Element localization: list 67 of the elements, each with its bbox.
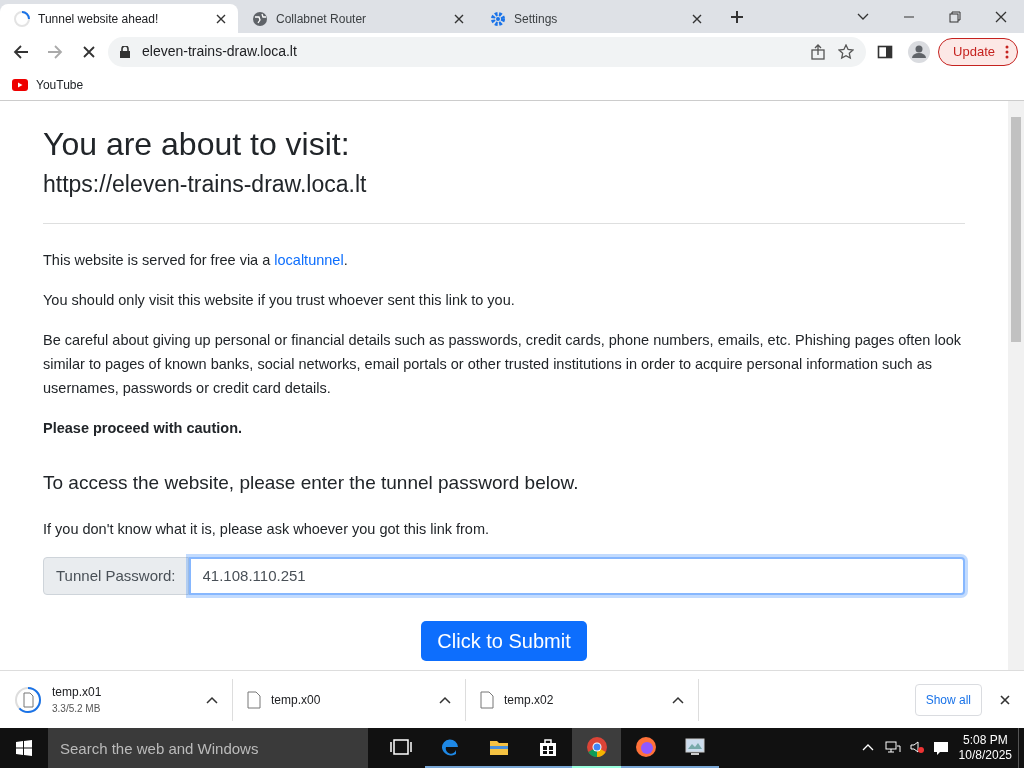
paragraph: You should only visit this website if you trust whoever sent this link to you. [43,291,516,310]
clock-date[interactable]: 10/8/2025 [958,748,1012,763]
submit-button[interactable]: Click to Submit [421,620,587,661]
chrome-icon [585,736,608,758]
file-name: temp.x00 [271,691,322,709]
address-bar[interactable]: eleven-trains-draw.loca.lt [108,36,867,67]
tab-title: Collabnet Router [276,10,368,28]
file-name: temp.x02 [504,691,555,709]
side-panel-icon[interactable] [877,43,894,60]
close-icon[interactable] [454,14,464,25]
browser-tab[interactable]: Settings [476,4,714,33]
close-icon[interactable] [1000,694,1010,705]
file-name: temp.x01 [52,684,103,701]
search-field[interactable]: Search the web and Windows [48,728,368,768]
download-item[interactable]: temp.x00 [233,678,466,721]
clock-time[interactable]: 5:08 PM [958,733,1012,748]
show-all-button[interactable]: Show all [914,683,982,716]
star-icon[interactable] [838,43,855,60]
restore-icon[interactable] [948,9,962,24]
firefox-icon [634,736,657,758]
download-item[interactable]: temp.x02 [466,678,699,721]
section-heading: To access the website, please enter the tunnel password below. [43,472,580,495]
chevron-up-icon[interactable] [206,695,218,704]
chevron-up-icon[interactable] [672,695,684,704]
bookmark[interactable]: YouTube [12,76,84,94]
back-icon[interactable] [13,43,29,60]
file-icon [247,690,261,709]
caution-text: Please proceed with caution. [43,419,244,438]
monitor-icon [683,736,706,758]
browser-tab[interactable]: Collabnet Router [238,4,476,33]
paragraph: Be careful about giving up personal or financial details such as passwords, credit cards, phone numbers, emails, etc. Phishing pages often look similar to pages of known banks, social networks, email portals or other trusted institutions in order to acquire personal information such as usernames, passwords or credit card details. [43,331,963,398]
input-label: Tunnel Password: [43,556,189,595]
new-tab-icon[interactable] [730,9,744,24]
file-size: 3.3/5.2 MB [52,702,102,716]
site-url: https://eleven-trains-draw.loca.lt [43,171,368,199]
windows-icon[interactable] [16,740,32,756]
tab-title: Tunnel website ahead! [38,10,160,28]
download-item[interactable]: temp.x01 3.3/5.2 MB [0,678,233,721]
close-icon[interactable] [994,9,1008,24]
share-icon[interactable] [810,43,827,60]
link[interactable]: localtunnel [274,252,344,268]
stop-icon[interactable] [81,43,97,60]
update-button[interactable]: Update [938,37,1018,66]
avatar-icon[interactable] [908,40,931,63]
hint-text: If you don't know what it is, please ask whoever you got this link from. [43,519,491,539]
page-heading: You are about to visit: [43,125,351,164]
paragraph: This website is served for free via a localtunnel. [43,251,349,270]
task-view-icon [389,736,412,758]
chevron-up-icon[interactable] [439,695,451,704]
tab-title: Settings [514,10,559,28]
close-icon[interactable] [692,14,702,25]
file-icon [480,690,494,709]
browser-tab[interactable]: Tunnel website ahead! [0,4,238,33]
progress-ring-icon [14,685,42,714]
network-icon[interactable] [884,740,901,756]
lock-icon [120,45,130,58]
password-field[interactable]: 41.108.110.251 [188,556,965,595]
globe-icon [252,10,268,27]
gear-icon [490,10,506,27]
address-text[interactable]: eleven-trains-draw.loca.lt [142,41,799,62]
play-icon [12,79,28,91]
volume-muted-icon[interactable] [908,740,925,756]
notification-icon[interactable] [932,740,949,756]
more-icon[interactable] [1005,44,1009,59]
loading-icon [14,10,30,27]
scrollbar[interactable] [1008,101,1024,670]
close-icon[interactable] [216,14,226,25]
